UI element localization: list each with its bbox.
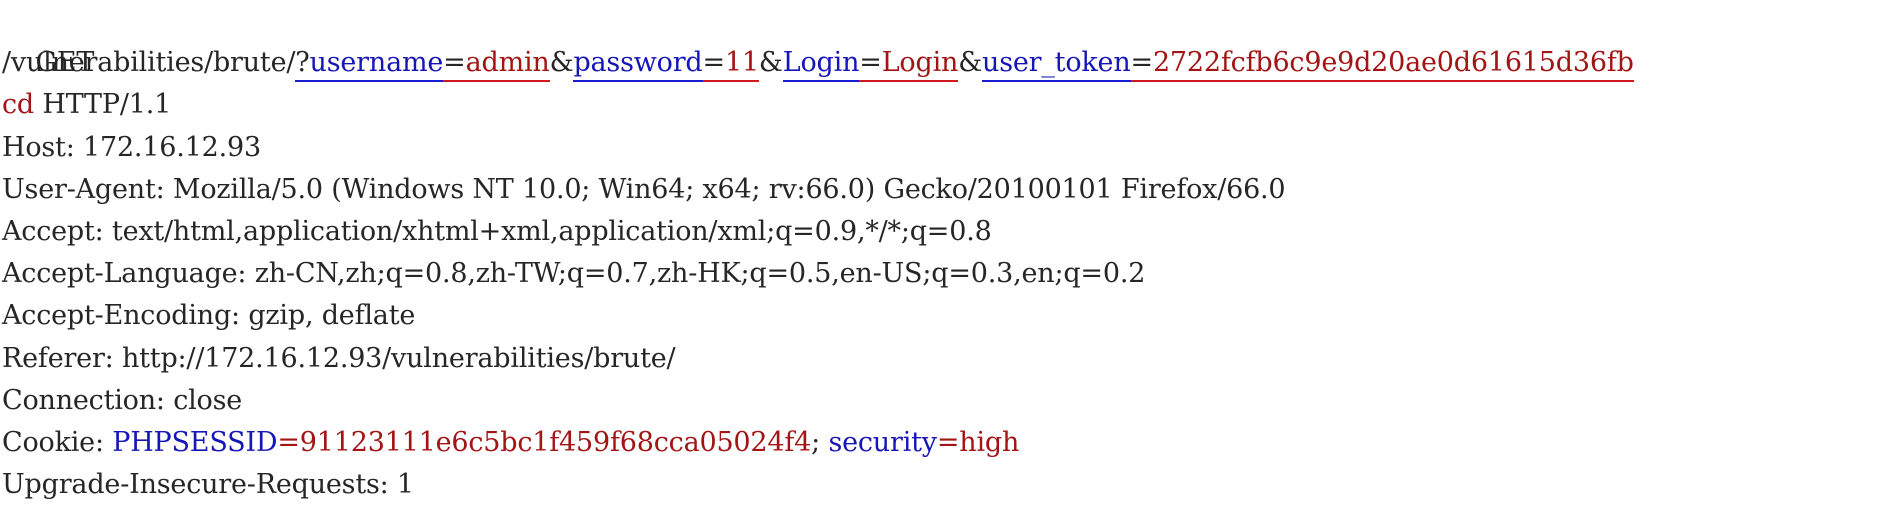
query-param-password: password=11 [573, 46, 759, 83]
query-param-user-token: user_token=2722fcfb6c9e9d20ae0d61615d36f… [982, 46, 1634, 83]
header-accept: Accept: text/html,application/xhtml+xml,… [2, 215, 992, 247]
user-token-param-underline: user_token [982, 46, 1131, 83]
password-value-underline: =11 [702, 46, 759, 83]
param-key-password: password [573, 47, 703, 79]
request-protocol: HTTP/1.1 [34, 89, 172, 121]
header-user-agent: User-Agent: Mozilla/5.0 (Windows NT 10.0… [2, 173, 1286, 205]
cookie-key-security: security [828, 426, 937, 458]
login-value-underline: =Login [859, 46, 959, 83]
cookie-key-phpsessid: PHPSESSID [112, 426, 278, 458]
http-request-view: GET /vulnerabilities/brute/?username=adm… [2, 0, 1892, 506]
cookie-value-phpsessid: 91123111e6c5bc1f459f68cca05024f4 [299, 426, 812, 458]
param-key-user-token: user_token [982, 47, 1131, 79]
request-path: /vulnerabilities/brute/ [2, 47, 296, 79]
request-target-line: /vulnerabilities/brute/?username=admin&p… [2, 42, 1892, 84]
token-continuation: cd [2, 89, 35, 121]
header-referer: Referer: http://172.16.12.93/vulnerabili… [2, 342, 676, 374]
query-param-login: Login=Login [782, 46, 959, 83]
header-accept-encoding: Accept-Encoding: gzip, deflate [2, 300, 416, 332]
param-value-user-token: 2722fcfb6c9e9d20ae0d61615d36fb [1152, 47, 1634, 79]
user-token-value-underline: =2722fcfb6c9e9d20ae0d61615d36fb [1130, 46, 1634, 83]
request-protocol-line: cd HTTP/1.1 [2, 84, 1892, 126]
param-key-login: Login [782, 47, 860, 79]
login-param-underline: Login [782, 46, 860, 83]
header-host: Host: 172.16.12.93 [2, 131, 261, 163]
param-value-password: 11 [724, 47, 759, 79]
param-value-username: admin [465, 47, 550, 79]
header-upgrade-insecure-requests: Upgrade-Insecure-Requests: 1 [2, 469, 414, 501]
request-method-line: GET [2, 0, 1892, 78]
header-accept-language: Accept-Language: zh-CN,zh;q=0.8,zh-TW;q=… [2, 258, 1146, 290]
cookie-label: Cookie: [2, 426, 113, 458]
cookie-value-security: high [959, 426, 1020, 458]
header-connection: Connection: close [2, 384, 243, 416]
param-value-login: Login [881, 47, 959, 79]
param-key-username: username [309, 47, 444, 79]
query-param-username: ?username=admin [295, 46, 550, 83]
password-param-underline: password [573, 46, 703, 83]
header-cookie: Cookie: PHPSESSID=91123111e6c5bc1f459f68… [2, 426, 1020, 458]
cookie-separator: ; [811, 426, 829, 458]
query-start: ? [295, 47, 310, 79]
username-value-underline: =admin [443, 46, 550, 83]
username-param-underline: ?username [295, 46, 444, 83]
